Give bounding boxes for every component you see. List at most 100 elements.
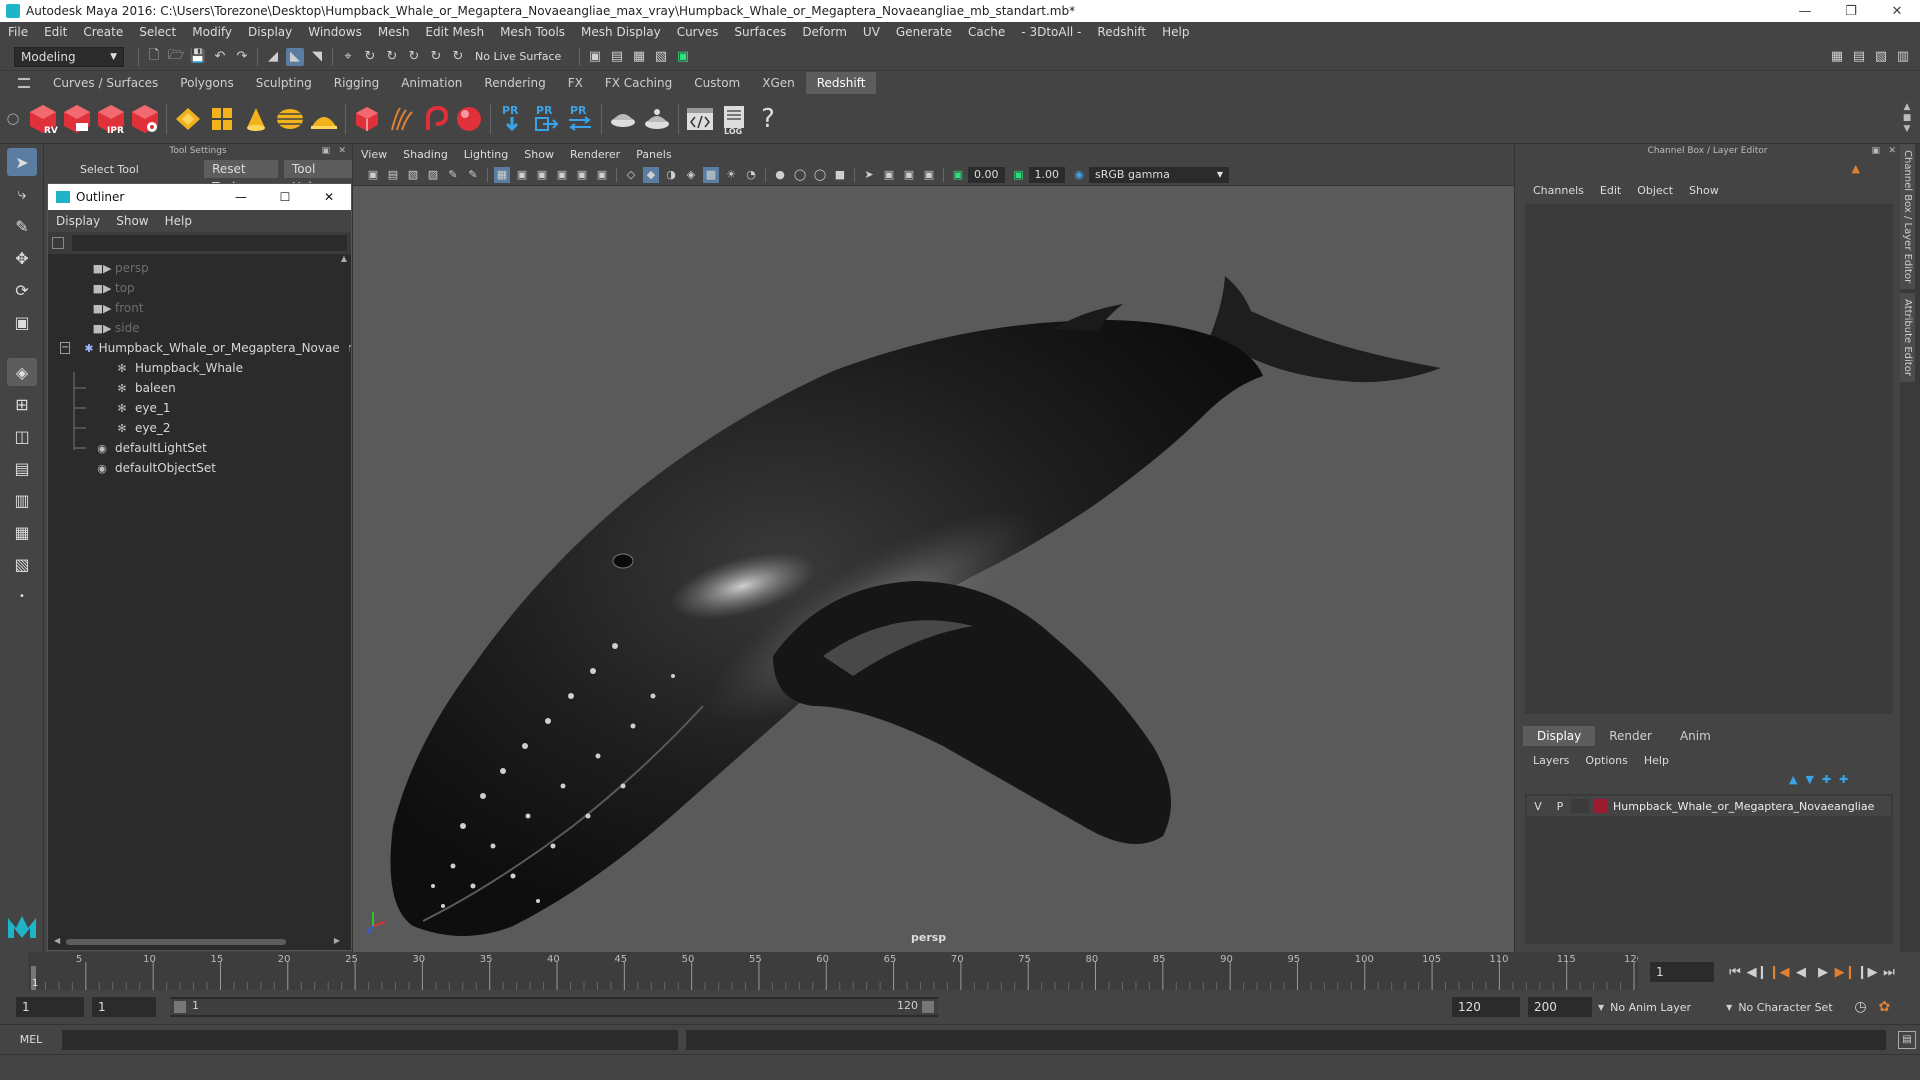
vp-menu-view[interactable]: View	[353, 144, 395, 165]
side-tab-attribute-editor[interactable]: Attribute Editor	[1900, 293, 1915, 383]
select-object-icon[interactable]: ◣	[286, 47, 304, 66]
redshift-settings-icon[interactable]	[130, 102, 160, 136]
menu-select[interactable]: Select	[131, 22, 184, 43]
redshift-proxy-icon[interactable]	[352, 102, 382, 136]
menu-edit[interactable]: Edit	[36, 22, 75, 43]
isolate-select-icon[interactable]: ➤	[861, 167, 877, 183]
layout-persp-outliner-icon[interactable]: ▥	[7, 486, 37, 514]
filter-icon[interactable]	[52, 237, 64, 249]
time-ruler[interactable]: 5 10 15 20 25 30 35 40 45 50 55 60 65 70 75 80 85 90 95 100…	[28, 952, 1643, 990]
channel-menu-object[interactable]: Object	[1629, 180, 1681, 201]
outliner-menu-display[interactable]: Display	[48, 211, 108, 232]
shelf-tab-polygons[interactable]: Polygons	[169, 72, 244, 94]
rotate-tool-icon[interactable]: ⟳	[7, 276, 37, 304]
resolution-gate-icon[interactable]: ▣	[534, 167, 550, 183]
menu-mesh[interactable]: Mesh	[370, 22, 418, 43]
animation-end-field[interactable]: 200	[1528, 997, 1592, 1017]
paint-select-icon[interactable]: ✎	[7, 212, 37, 240]
shelf-tab-fx-caching[interactable]: FX Caching	[594, 72, 683, 94]
menu-windows[interactable]: Windows	[300, 22, 370, 43]
scroll-right-arrow-icon[interactable]: ▶	[334, 936, 340, 945]
horizontal-scroll-thumb[interactable]	[66, 939, 286, 945]
lasso-tool-icon[interactable]: ⤷	[7, 180, 37, 208]
redshift-shader-icon[interactable]	[642, 102, 672, 136]
reset-tool-button[interactable]: Reset Tool	[204, 160, 278, 194]
layer-tab-render[interactable]: Render	[1595, 726, 1666, 746]
gamma-field[interactable]: 1.00	[1028, 166, 1065, 183]
outliner-menu-help[interactable]: Help	[157, 211, 200, 232]
select-tool-icon[interactable]: ➤	[7, 148, 37, 176]
shelf-tab-curves-surfaces[interactable]: Curves / Surfaces	[42, 72, 169, 94]
redshift-portal-light-icon[interactable]	[207, 102, 237, 136]
go-to-start-icon[interactable]: ⏮	[1726, 963, 1744, 981]
redshift-spot-light-icon[interactable]	[241, 102, 271, 136]
snap-view-icon[interactable]: ↻	[405, 48, 423, 66]
layer-playback-toggle[interactable]: P	[1549, 800, 1571, 813]
xray-joints-icon[interactable]: ▣	[901, 167, 917, 183]
hypershade-icon[interactable]: ▣	[674, 48, 692, 66]
layer-row[interactable]: V P Humpback_Whale_or_Megaptera_Novaeang…	[1527, 796, 1891, 816]
vp-menu-panels[interactable]: Panels	[628, 144, 679, 165]
textured-icon[interactable]: ▩	[703, 166, 719, 183]
step-back-frame-icon[interactable]: ◀❙	[1747, 963, 1768, 981]
use-default-material-icon[interactable]: ◑	[663, 167, 679, 183]
layer-tab-display[interactable]: Display	[1523, 726, 1596, 746]
grid-icon[interactable]: ▦	[494, 166, 510, 183]
redshift-sphere-icon[interactable]	[454, 102, 484, 136]
close-panel-icon[interactable]: ✕	[338, 146, 346, 156]
playback-end-field[interactable]: 120	[1452, 997, 1520, 1017]
redshift-sun-light-icon[interactable]	[309, 102, 339, 136]
outliner-node-default-object-set[interactable]: ◉ defaultObjectSet	[48, 458, 351, 478]
tool-help-button[interactable]: Tool Help	[284, 160, 353, 194]
redshift-render-view-icon[interactable]: RV	[28, 102, 58, 136]
menu-surfaces[interactable]: Surfaces	[726, 22, 794, 43]
toggle-workspace-icon[interactable]: ▦	[1828, 48, 1846, 66]
outliner-menu-show[interactable]: Show	[108, 211, 156, 232]
safe-action-icon[interactable]: ▣	[594, 167, 610, 183]
range-left-handle[interactable]	[174, 1001, 186, 1013]
vp-menu-shading[interactable]: Shading	[395, 144, 456, 165]
float-panel-icon[interactable]: ▣	[321, 146, 330, 156]
character-set-chevron-icon[interactable]: ▼	[1726, 1003, 1732, 1012]
toolbox-collapse-icon[interactable]: •	[7, 582, 37, 610]
layer-menu-help[interactable]: Help	[1636, 750, 1677, 771]
outliner-minimize-button[interactable]: —	[219, 190, 263, 204]
shelf-tab-custom[interactable]: Custom	[683, 72, 751, 94]
menu-mesh-display[interactable]: Mesh Display	[573, 22, 669, 43]
anim-layer-label[interactable]: No Anim Layer	[1610, 1001, 1720, 1014]
gate-mask-icon[interactable]: ▣	[554, 167, 570, 183]
range-right-handle[interactable]	[922, 1001, 934, 1013]
channel-menu-edit[interactable]: Edit	[1592, 180, 1629, 201]
range-bar-fill[interactable]	[170, 999, 938, 1015]
menu-deform[interactable]: Deform	[794, 22, 855, 43]
channel-box-area[interactable]	[1525, 204, 1893, 714]
motion-blur-icon[interactable]: ◯	[792, 167, 808, 183]
menu-3dtoall[interactable]: - 3DtoAll -	[1013, 22, 1089, 43]
side-tab-channel-box[interactable]: Channel Box / Layer Editor	[1900, 144, 1915, 290]
render-frame-icon[interactable]: ▤	[608, 48, 626, 66]
scroll-left-arrow-icon[interactable]: ◀	[54, 936, 60, 945]
layer-type-toggle[interactable]	[1571, 799, 1589, 813]
save-scene-icon[interactable]: 💾	[189, 48, 207, 66]
layer-visibility-toggle[interactable]: V	[1527, 800, 1549, 813]
shelf-tab-sculpting[interactable]: Sculpting	[245, 72, 323, 94]
outliner-vertical-scrollbar[interactable]: ▲	[339, 254, 349, 924]
anim-layer-chevron-icon[interactable]: ▼	[1598, 1003, 1604, 1012]
layer-menu-options[interactable]: Options	[1577, 750, 1635, 771]
toggle-tool-settings-icon[interactable]: ▥	[1894, 48, 1912, 66]
redshift-log-icon[interactable]: LOG	[719, 102, 749, 136]
depth-of-field-icon[interactable]: ■	[832, 167, 848, 183]
ambient-occlusion-icon[interactable]: ●	[772, 167, 788, 183]
pr-export-icon[interactable]: PR	[531, 102, 561, 136]
exposure-field[interactable]: 0.00	[968, 166, 1005, 183]
minimize-button[interactable]: —	[1782, 0, 1828, 22]
menu-curves[interactable]: Curves	[669, 22, 727, 43]
soft-select-icon[interactable]: ◈	[7, 358, 37, 386]
layer-menu-layers[interactable]: Layers	[1525, 750, 1577, 771]
toggle-channelbox-icon[interactable]: ▤	[1850, 48, 1868, 66]
menu-cache[interactable]: Cache	[960, 22, 1013, 43]
redshift-curve-icon[interactable]	[420, 102, 450, 136]
layer-color-swatch[interactable]	[1593, 799, 1607, 813]
step-forward-frame-icon[interactable]: ❙▶	[1857, 963, 1878, 981]
scroll-up-arrow-icon[interactable]: ▲	[339, 254, 349, 263]
